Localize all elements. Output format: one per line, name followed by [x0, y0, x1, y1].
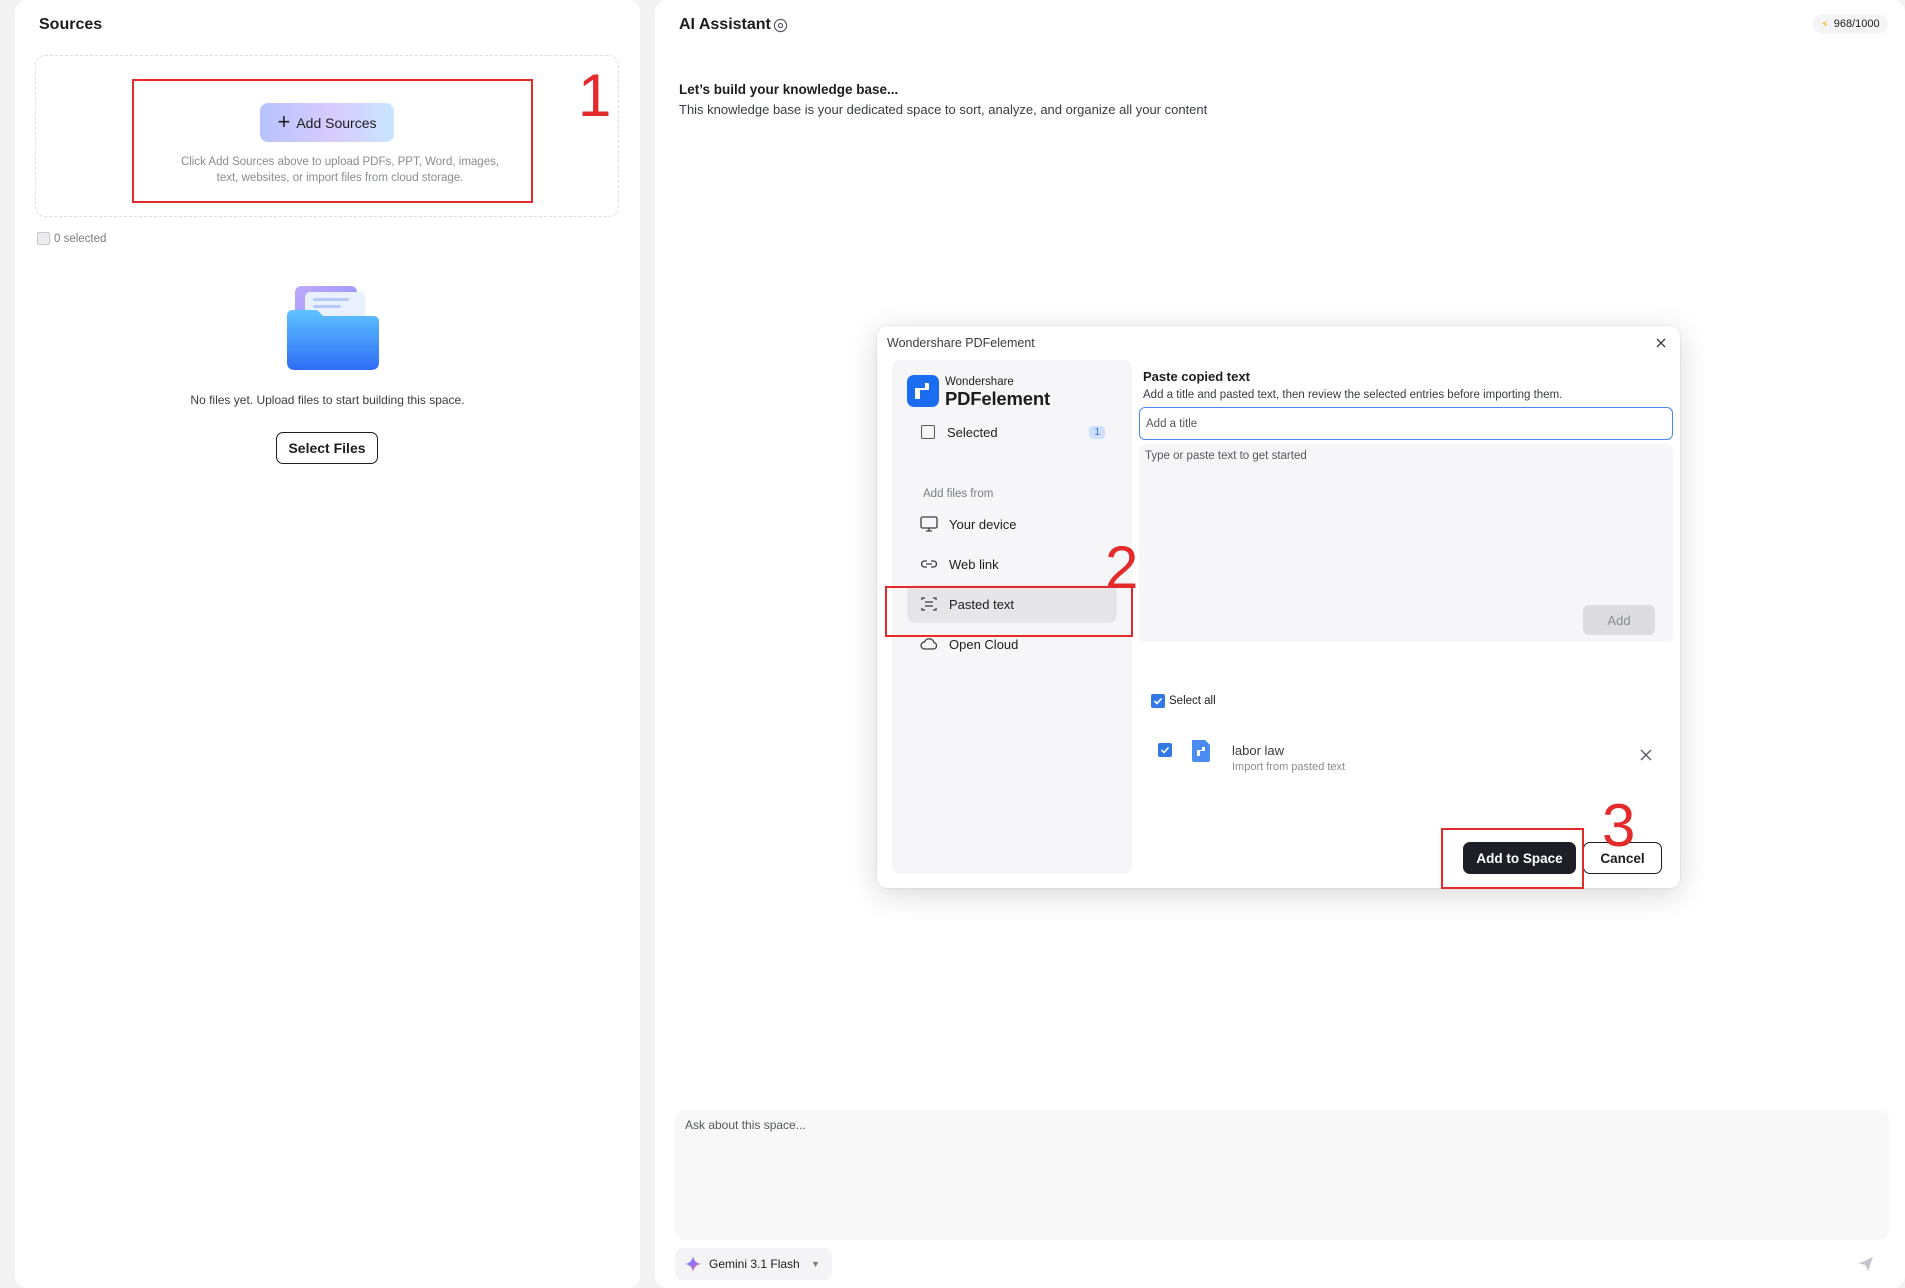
lightning-icon: ⚡	[1821, 18, 1829, 31]
select-all-checkbox[interactable]	[37, 232, 50, 245]
sidebar-item-your-device[interactable]: Your device	[907, 505, 1117, 543]
annotation-number-2: 2	[1105, 534, 1139, 601]
selected-count-badge: 1	[1089, 425, 1105, 439]
add-files-from-label: Add files from	[923, 488, 994, 500]
select-files-button[interactable]: Select Files	[276, 432, 378, 464]
select-all-label: Select all	[1169, 695, 1216, 707]
ai-assistant-title: AI Assistant	[679, 16, 771, 33]
entry-title: labor law	[1232, 743, 1285, 758]
settings-icon[interactable]	[773, 18, 788, 33]
send-icon[interactable]	[1857, 1255, 1875, 1273]
sidebar-item-label: Selected	[947, 424, 998, 440]
brand-name-small: Wondershare	[945, 376, 1014, 388]
paste-subtitle: Add a title and pasted text, then review…	[1143, 389, 1563, 401]
gemini-icon	[685, 1256, 701, 1272]
brand-name: PDFelement	[945, 388, 1050, 409]
knowledge-base-heading: Let’s build your knowledge base...	[679, 82, 899, 97]
remove-entry-icon[interactable]	[1639, 748, 1653, 762]
select-all-checkbox[interactable]	[1151, 694, 1165, 708]
annotation-number-1: 1	[578, 62, 612, 129]
chevron-down-icon: ▼	[811, 1259, 820, 1269]
annotation-number-3: 3	[1602, 792, 1636, 859]
title-input[interactable]	[1139, 407, 1673, 440]
chat-input[interactable]	[685, 1118, 1875, 1228]
sources-title: Sources	[39, 16, 103, 33]
credits-count: 968/1000	[1833, 18, 1880, 30]
checkmark-icon	[1153, 697, 1163, 705]
knowledge-base-description: This knowledge base is your dedicated sp…	[679, 102, 1208, 117]
close-icon[interactable]	[1653, 335, 1669, 351]
checkmark-icon	[1160, 746, 1170, 754]
document-icon	[1192, 740, 1210, 762]
paste-heading: Paste copied text	[1143, 369, 1250, 384]
selected-count: 0 selected	[54, 233, 107, 245]
chat-box	[675, 1110, 1889, 1240]
cloud-icon	[920, 638, 938, 650]
sidebar-item-label: Open Cloud	[949, 636, 1019, 652]
folder-illustration-icon	[287, 286, 379, 370]
credits-badge: ⚡ 968/1000	[1813, 14, 1888, 34]
sidebar-item-selected[interactable]: Selected 1	[907, 413, 1117, 451]
model-name: Gemini 3.1 Flash	[709, 1257, 800, 1271]
dialog-title: Wondershare PDFelement	[887, 336, 1035, 350]
add-text-button[interactable]: Add	[1583, 605, 1655, 635]
empty-state-text: No files yet. Upload files to start buil…	[190, 393, 465, 407]
sidebar-item-label: Web link	[949, 556, 999, 572]
sidebar-item-label: Your device	[949, 516, 1017, 532]
annotation-box-1	[132, 79, 533, 203]
pdfelement-logo-icon	[907, 375, 939, 407]
annotation-box-2	[885, 586, 1133, 637]
text-area-container: Add	[1139, 444, 1673, 642]
entry-checkbox[interactable]	[1158, 743, 1172, 757]
link-icon	[920, 560, 938, 568]
model-selector[interactable]: Gemini 3.1 Flash ▼	[675, 1248, 832, 1280]
monitor-icon	[920, 516, 938, 532]
selected-checkbox[interactable]	[921, 425, 935, 439]
sidebar-item-web-link[interactable]: Web link	[907, 545, 1117, 583]
annotation-box-3	[1441, 828, 1584, 889]
entry-subtitle: Import from pasted text	[1232, 761, 1346, 773]
paste-text-area[interactable]	[1145, 450, 1665, 590]
